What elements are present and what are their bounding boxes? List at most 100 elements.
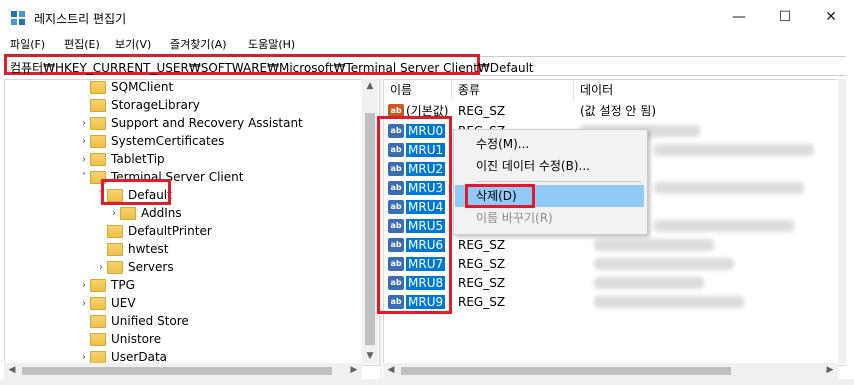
menu-item-modify-binary[interactable]: 이진 데이터 수정(B)... — [455, 155, 644, 177]
tree-item-hwtest[interactable]: hwtest — [95, 240, 168, 258]
redacted-data — [654, 182, 804, 194]
redacted-data — [654, 220, 794, 232]
folder-icon — [107, 224, 123, 238]
menu-view[interactable]: 보기(V) — [115, 36, 151, 52]
tree-item-unistore[interactable]: Unistore — [78, 330, 161, 348]
value-type: REG_SZ — [458, 256, 506, 271]
scroll-left-icon[interactable]: ◀ — [4, 365, 20, 375]
list-horizontal-scrollbar[interactable]: ◀ ▶ — [383, 363, 838, 379]
registry-icon — [11, 11, 25, 25]
value-type: REG_SZ — [458, 103, 506, 118]
status-strip — [0, 379, 854, 385]
menu-file[interactable]: 파일(F) — [10, 36, 45, 52]
menu-item-rename[interactable]: 이름 바꾸기(R) — [455, 207, 644, 229]
chevron-down-icon[interactable]: ˅ — [78, 172, 90, 183]
context-menu: 수정(M)... 이진 데이터 수정(B)... 삭제(D) 이름 바꾸기(R) — [453, 129, 648, 235]
tree-item-tablettip[interactable]: › TabletTip — [78, 150, 165, 168]
title-bar: 레지스트리 편집기 — ☐ ✕ — [0, 0, 854, 34]
chevron-right-icon[interactable]: › — [108, 208, 120, 219]
tree-item-label: TPG — [111, 278, 135, 292]
chevron-right-icon[interactable]: › — [78, 280, 90, 291]
delete-item-highlight — [465, 184, 535, 208]
column-header-name[interactable]: 이름 — [384, 80, 452, 100]
redacted-data — [594, 258, 734, 270]
chevron-right-icon[interactable]: › — [78, 298, 90, 309]
address-bar[interactable]: 컴퓨터₩HKEY_CURRENT_USER₩SOFTWARE₩Microsoft… — [4, 54, 534, 75]
key-tree: SQMClient StorageLibrary › Support and R… — [4, 79, 380, 366]
tree-item-defaultprinter[interactable]: DefaultPrinter — [95, 222, 212, 240]
folder-icon — [107, 242, 123, 256]
tree-horizontal-scrollbar[interactable]: ◀ ▶ — [4, 363, 362, 379]
column-header-data[interactable]: 데이터 — [574, 80, 847, 100]
scroll-left-icon[interactable]: ◀ — [383, 365, 399, 375]
folder-icon — [107, 260, 123, 274]
close-button[interactable]: ✕ — [808, 0, 854, 34]
tree-item-label: hwtest — [128, 242, 169, 256]
address-path: 컴퓨터₩HKEY_CURRENT_USER₩SOFTWARE₩Microsoft… — [10, 61, 534, 75]
menu-favorites[interactable]: 즐겨찾기(A) — [170, 36, 227, 52]
folder-icon — [90, 296, 106, 310]
value-type: REG_SZ — [458, 237, 506, 252]
tree-item-label: TabletTip — [111, 152, 165, 166]
redacted-data — [594, 296, 744, 308]
menu-bar: 파일(F) 편집(E) 보기(V) 즐겨찾기(A) 도움말(H) — [0, 34, 854, 53]
folder-icon — [90, 278, 106, 292]
menu-separator — [476, 181, 641, 182]
scroll-down-icon[interactable]: ▼ — [362, 351, 378, 361]
chevron-right-icon[interactable]: › — [78, 352, 90, 363]
tree-item-addins[interactable]: › AddIns — [108, 204, 182, 222]
tree-vertical-scrollbar[interactable]: ▲ ▼ — [362, 79, 378, 364]
tree-item-label: Support and Recovery Assistant — [111, 116, 303, 130]
folder-icon — [90, 80, 106, 94]
menu-edit[interactable]: 편집(E) — [64, 36, 100, 52]
address-bar-extension[interactable] — [480, 56, 846, 76]
tree-item-uev[interactable]: › UEV — [78, 294, 136, 312]
default-key-highlight — [101, 179, 171, 205]
tree-item-label: Unistore — [111, 332, 162, 346]
column-header-type[interactable]: 종류 — [452, 80, 574, 100]
window-title: 레지스트리 편집기 — [34, 12, 127, 26]
tree-item-support-recovery[interactable]: › Support and Recovery Assistant — [78, 114, 303, 132]
value-type: REG_SZ — [458, 275, 506, 290]
maximize-button[interactable]: ☐ — [762, 0, 808, 34]
scroll-thumb[interactable] — [22, 367, 332, 375]
tree-item-label: SystemCertificates — [111, 134, 225, 148]
folder-icon — [90, 314, 106, 328]
scroll-thumb[interactable] — [401, 367, 731, 375]
mru-values-highlight — [377, 116, 452, 314]
tree-item-storagelibrary[interactable]: StorageLibrary — [78, 96, 200, 114]
minimize-button[interactable]: — — [716, 0, 762, 34]
redacted-data — [654, 144, 814, 156]
folder-icon — [90, 134, 106, 148]
folder-icon — [90, 332, 106, 346]
folder-icon — [90, 152, 106, 166]
redacted-data — [594, 239, 714, 251]
tree-item-servers[interactable]: › Servers — [95, 258, 174, 276]
tree-item-label: Servers — [128, 260, 174, 274]
window-edge — [846, 56, 854, 385]
menu-help[interactable]: 도움말(H) — [248, 36, 295, 52]
scroll-right-icon[interactable]: ▶ — [822, 365, 838, 375]
redacted-data — [594, 277, 704, 289]
tree-item-label: UEV — [111, 296, 136, 310]
tree-item-sqmclient[interactable]: SQMClient — [78, 80, 173, 96]
tree-item-tpg[interactable]: › TPG — [78, 276, 135, 294]
chevron-right-icon[interactable]: › — [78, 136, 90, 147]
scroll-up-icon[interactable]: ▲ — [362, 81, 378, 91]
folder-icon — [90, 350, 106, 364]
tree-item-systemcertificates[interactable]: › SystemCertificates — [78, 132, 224, 150]
folder-icon — [90, 98, 106, 112]
chevron-right-icon[interactable]: › — [78, 118, 90, 129]
tree-item-label: UserData — [111, 350, 168, 364]
chevron-right-icon[interactable]: › — [95, 262, 107, 273]
scroll-right-icon[interactable]: ▶ — [346, 365, 362, 375]
value-data: (값 설정 안 됨) — [580, 104, 657, 118]
tree-item-label: StorageLibrary — [111, 98, 200, 112]
chevron-right-icon[interactable]: › — [78, 154, 90, 165]
folder-icon — [120, 206, 136, 220]
tree-item-label: AddIns — [141, 206, 182, 220]
scroll-thumb[interactable] — [365, 113, 375, 345]
tree-item-unified-store[interactable]: Unified Store — [78, 312, 189, 330]
menu-item-modify[interactable]: 수정(M)... — [455, 133, 644, 155]
tree-item-label: Unified Store — [111, 314, 189, 328]
